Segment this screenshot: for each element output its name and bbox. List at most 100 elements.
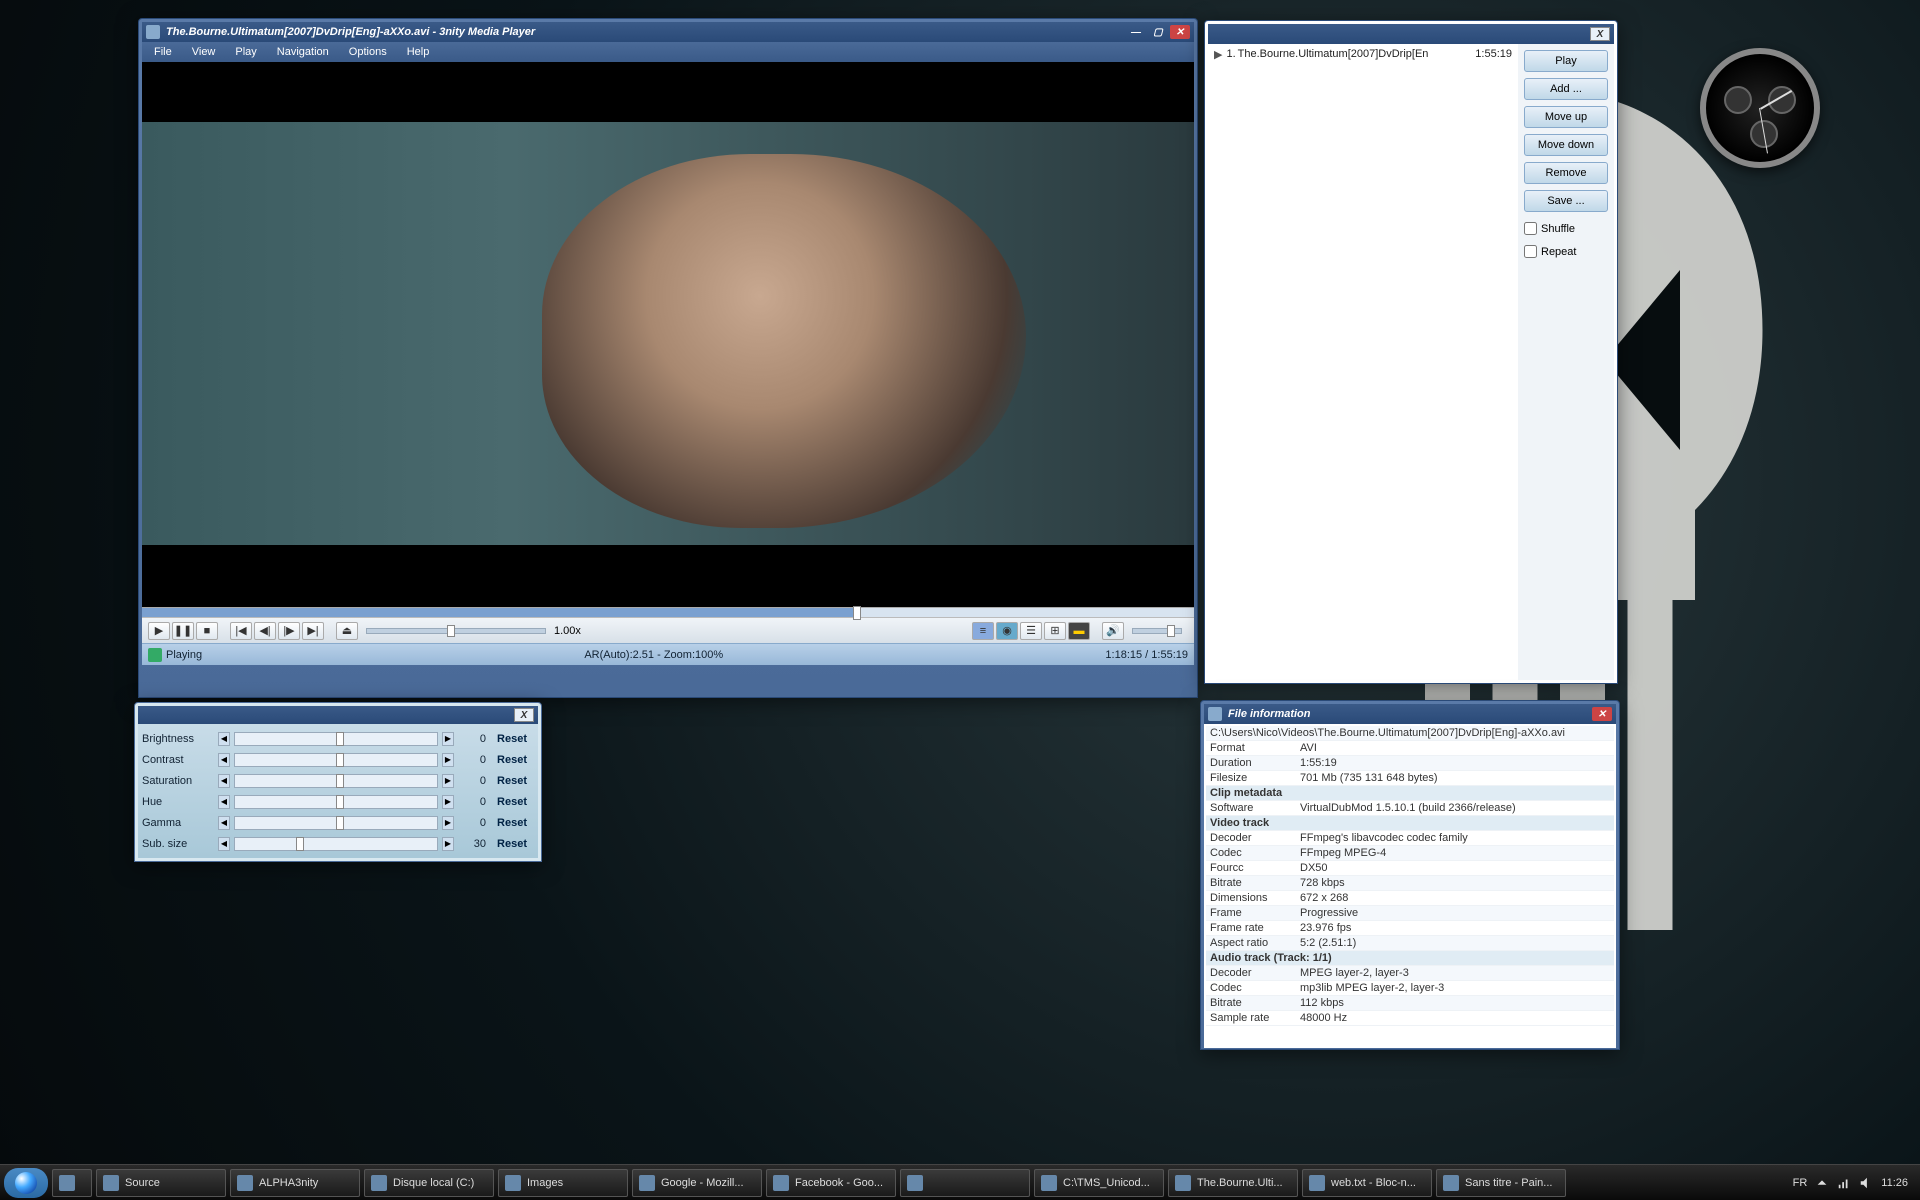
adjust-inc-button[interactable]: ▶ [442,795,454,809]
seek-bar[interactable] [142,607,1194,617]
language-indicator[interactable]: FR [1793,1177,1808,1189]
view-mode-2-button[interactable]: ◉ [996,622,1018,640]
adjust-reset-button[interactable]: Reset [490,838,534,850]
view-mode-5-button[interactable]: ▬ [1068,622,1090,640]
taskbar-item[interactable]: Source [96,1169,226,1197]
taskbar-item[interactable]: Sans titre - Pain... [1436,1169,1566,1197]
volume-slider[interactable] [1132,628,1182,634]
info-key: Sample rate [1210,1012,1300,1024]
adjust-slider[interactable] [234,753,438,767]
view-mode-4-button[interactable]: ⊞ [1044,622,1066,640]
info-row: Codecmp3lib MPEG layer-2, layer-3 [1206,981,1614,996]
desktop-clock-gadget[interactable] [1700,48,1820,168]
playlist-removebutton[interactable]: Remove [1524,162,1608,184]
taskbar-item[interactable]: ALPHA3nity [230,1169,360,1197]
menu-play[interactable]: Play [227,44,264,60]
volume-icon[interactable] [1859,1176,1873,1190]
shuffle-checkbox[interactable]: Shuffle [1524,222,1608,235]
tray-clock[interactable]: 11:26 [1881,1177,1908,1189]
adjust-inc-button[interactable]: ▶ [442,753,454,767]
taskbar-item[interactable]: Google - Mozill... [632,1169,762,1197]
playlist-titlebar[interactable]: X [1208,24,1614,44]
adjust-reset-button[interactable]: Reset [490,796,534,808]
adjust-dec-button[interactable]: ◀ [218,732,230,746]
adjust-dec-button[interactable]: ◀ [218,795,230,809]
adjust-dec-button[interactable]: ◀ [218,753,230,767]
taskbar-item[interactable]: Facebook - Goo... [766,1169,896,1197]
play-button[interactable]: ▶ [148,622,170,640]
playlist-add-button[interactable]: Add ... [1524,78,1608,100]
menu-help[interactable]: Help [399,44,438,60]
menu-navigation[interactable]: Navigation [269,44,337,60]
adjust-slider[interactable] [234,837,438,851]
menu-options[interactable]: Options [341,44,395,60]
playlist-save-button[interactable]: Save ... [1524,190,1608,212]
network-icon[interactable] [1837,1176,1851,1190]
step-fwd-button[interactable]: |▶ [278,622,300,640]
info-value: 701 Mb (735 131 648 bytes) [1300,772,1610,784]
adjust-inc-button[interactable]: ▶ [442,774,454,788]
playlist-move-upbutton[interactable]: Move up [1524,106,1608,128]
quick-launch-item[interactable] [52,1169,92,1197]
pause-button[interactable]: ❚❚ [172,622,194,640]
seek-thumb[interactable] [853,606,861,620]
adjust-slider[interactable] [234,816,438,830]
adjust-reset-button[interactable]: Reset [490,754,534,766]
adjust-slider[interactable] [234,774,438,788]
playlist-list[interactable]: ▶ 1. The.Bourne.Ultimatum[2007]DvDrip[En… [1208,44,1518,680]
taskbar-item-icon [773,1175,789,1191]
playlist-playbutton[interactable]: Play [1524,50,1608,72]
adjust-reset-button[interactable]: Reset [490,817,534,829]
info-key: Frame [1210,907,1300,919]
adjust-dec-button[interactable]: ◀ [218,774,230,788]
taskbar-item[interactable]: C:\TMS_Unicod... [1034,1169,1164,1197]
info-row: Video track [1206,816,1614,831]
info-titlebar[interactable]: File information ✕ [1204,704,1616,724]
adjust-inc-button[interactable]: ▶ [442,732,454,746]
video-viewport[interactable] [142,62,1194,607]
adjust-close-button[interactable]: X [514,708,534,722]
player-titlebar[interactable]: The.Bourne.Ultimatum[2007]DvDrip[Eng]-aX… [142,22,1194,42]
repeat-checkbox[interactable]: Repeat [1524,245,1608,258]
status-text: Playing [166,649,202,661]
adjust-titlebar[interactable]: X [138,706,538,724]
minimize-button[interactable]: — [1126,25,1146,39]
volume-button[interactable]: 🔊 [1102,622,1124,640]
close-button[interactable]: ✕ [1170,25,1190,39]
tray-chevron-icon[interactable] [1815,1176,1829,1190]
step-back-button[interactable]: ◀| [254,622,276,640]
taskbar-item[interactable] [900,1169,1030,1197]
taskbar-item[interactable]: The.Bourne.Ulti... [1168,1169,1298,1197]
adjust-slider[interactable] [234,795,438,809]
playlist-close-button[interactable]: X [1590,27,1610,41]
next-button[interactable]: ▶| [302,622,324,640]
adjust-dec-button[interactable]: ◀ [218,816,230,830]
adjust-dec-button[interactable]: ◀ [218,837,230,851]
stop-button[interactable]: ■ [196,622,218,640]
info-value: Progressive [1300,907,1610,919]
taskbar-item[interactable]: Images [498,1169,628,1197]
adjust-slider[interactable] [234,732,438,746]
prev-button[interactable]: |◀ [230,622,252,640]
maximize-button[interactable]: ▢ [1148,25,1168,39]
start-button[interactable] [4,1168,48,1198]
adjust-label: Sub. size [142,838,214,850]
taskbar-item[interactable]: Disque local (C:) [364,1169,494,1197]
view-mode-3-button[interactable]: ☰ [1020,622,1042,640]
playlist-move-downbutton[interactable]: Move down [1524,134,1608,156]
taskbar-item[interactable]: web.txt - Bloc-n... [1302,1169,1432,1197]
menu-file[interactable]: File [146,44,180,60]
eject-button[interactable]: ⏏ [336,622,358,640]
playlist-item[interactable]: ▶ 1. The.Bourne.Ultimatum[2007]DvDrip[En… [1210,46,1516,63]
adjust-inc-button[interactable]: ▶ [442,816,454,830]
menu-view[interactable]: View [184,44,224,60]
adjust-inc-button[interactable]: ▶ [442,837,454,851]
playlist-item-index: 1. [1226,48,1235,61]
view-mode-1-button[interactable]: ≡ [972,622,994,640]
speed-slider[interactable] [366,628,546,634]
adjust-reset-button[interactable]: Reset [490,733,534,745]
info-close-button[interactable]: ✕ [1592,707,1612,721]
info-row: Audio track (Track: 1/1) [1206,951,1614,966]
adjust-reset-button[interactable]: Reset [490,775,534,787]
info-grid[interactable]: C:\Users\Nico\Videos\The.Bourne.Ultimatu… [1204,724,1616,1048]
